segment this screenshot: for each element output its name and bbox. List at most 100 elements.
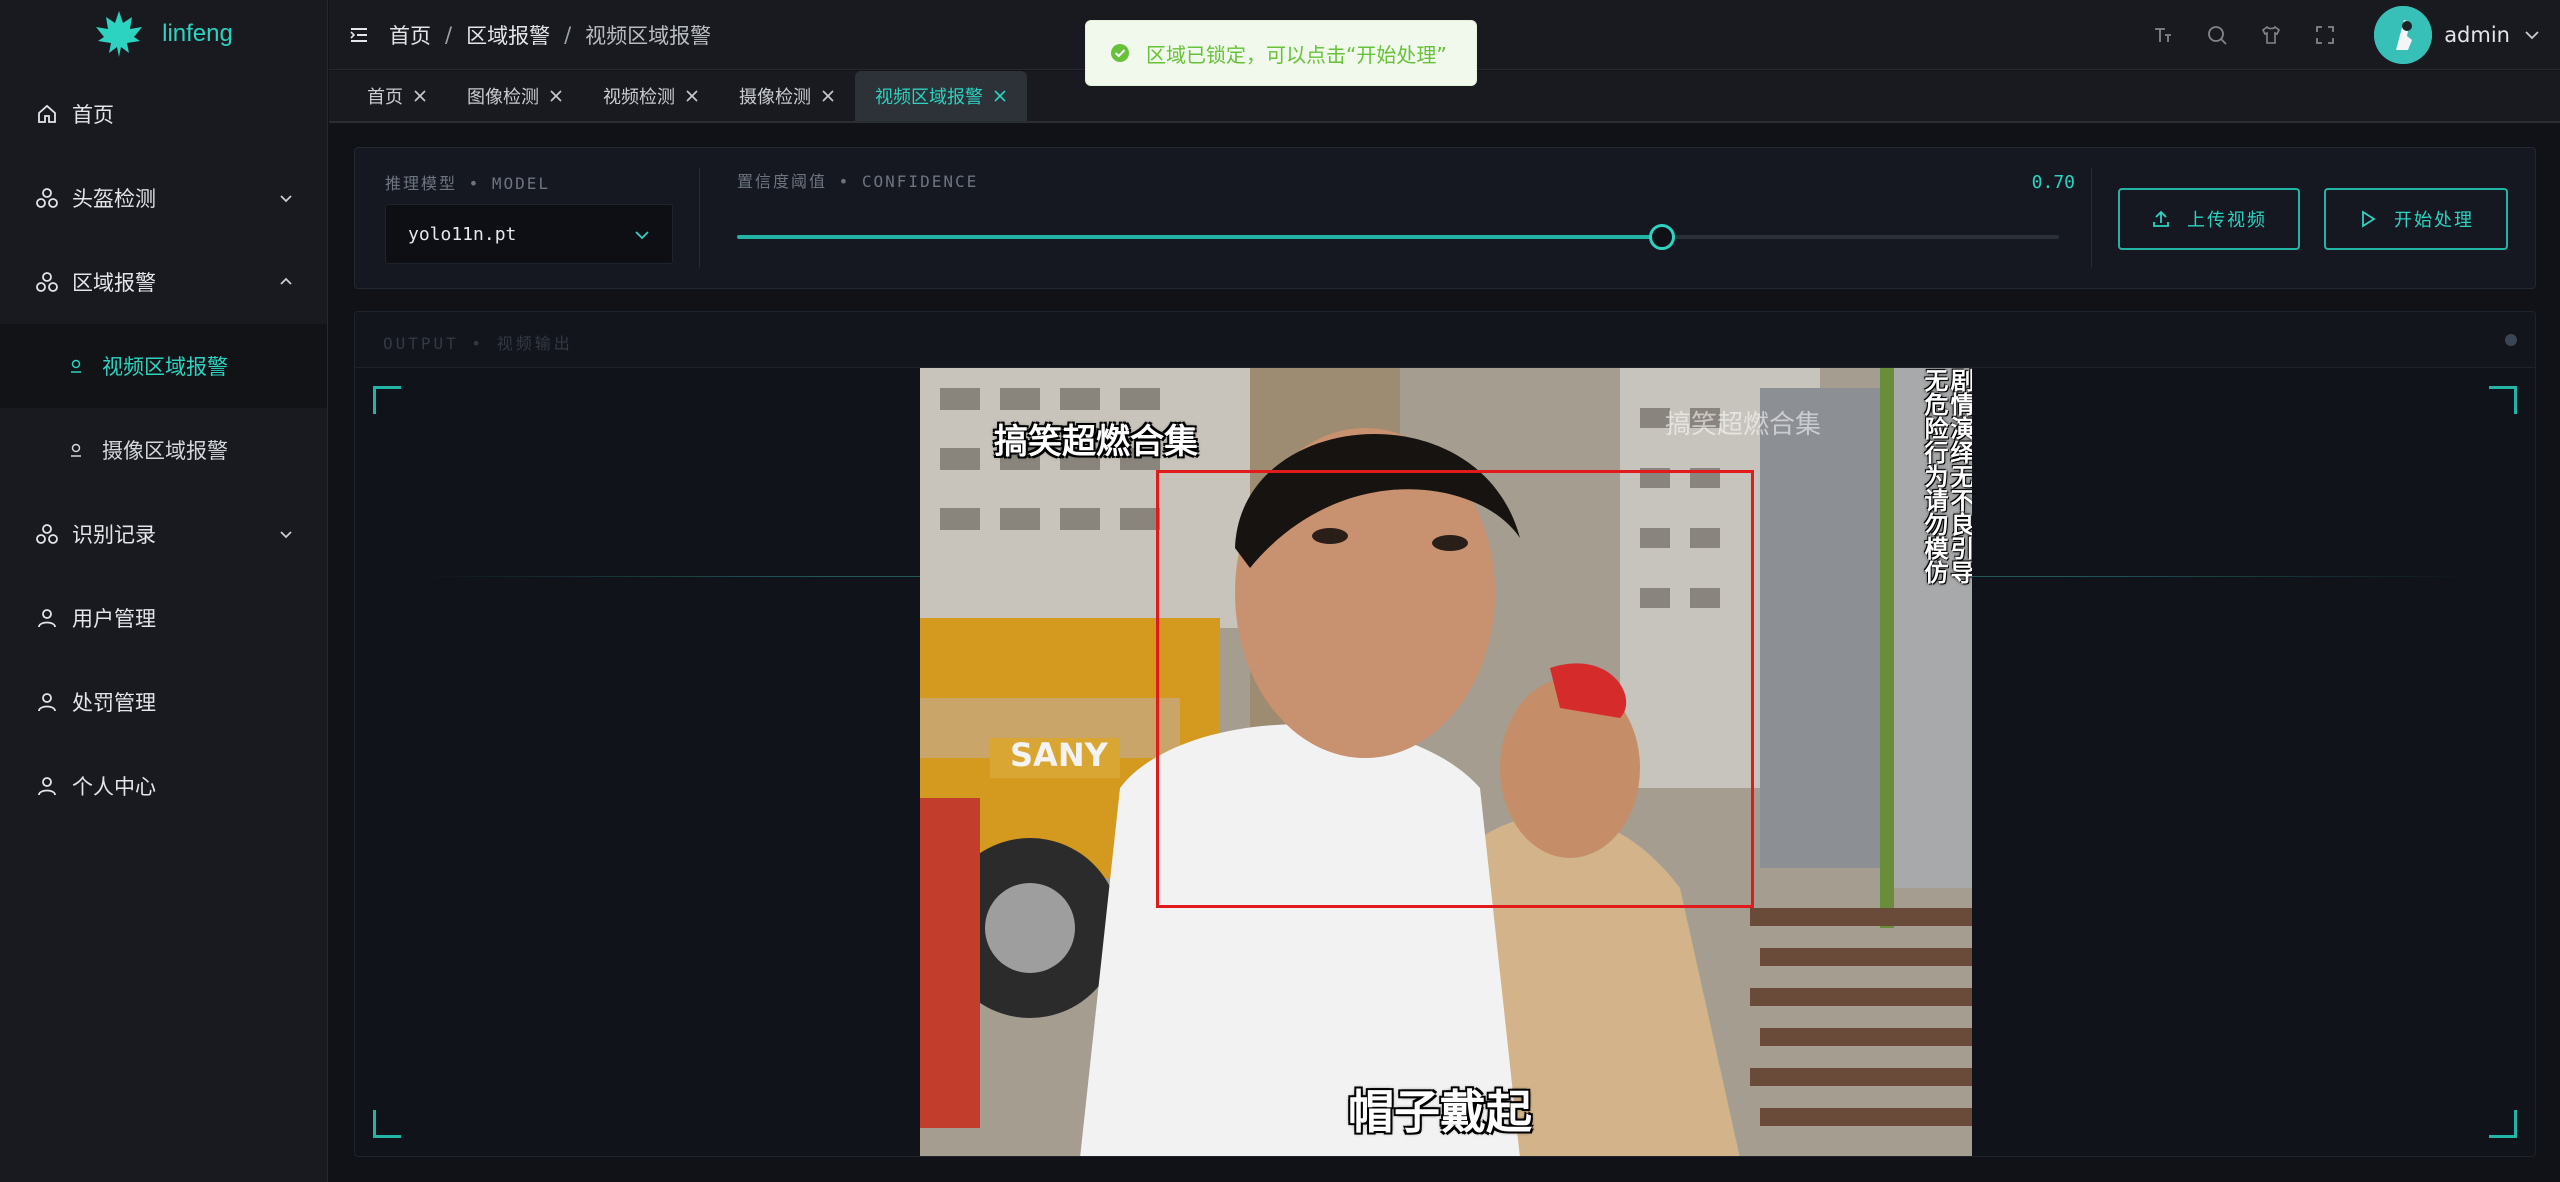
video-title-overlay: 搞笑超燃合集	[994, 422, 1198, 462]
frame-corner	[373, 1110, 401, 1138]
divider	[2091, 168, 2092, 268]
tab-camera-detection[interactable]: 摄像检测	[719, 71, 855, 121]
location-pin-icon	[68, 358, 84, 374]
sidebar-item-label: 用户管理	[72, 607, 156, 631]
start-processing-button[interactable]: 开始处理	[2324, 188, 2508, 250]
breadcrumb-separator: /	[564, 22, 572, 47]
success-toast: 区域已锁定，可以点击“开始处理”	[1085, 20, 1477, 86]
sidebar-item-profile[interactable]: 个人中心	[0, 744, 327, 828]
video-side-text: 无危险行为请勿模仿	[1920, 368, 1948, 584]
upload-icon	[2151, 209, 2171, 229]
close-icon[interactable]	[993, 89, 1007, 103]
play-icon	[2358, 209, 2378, 229]
chevron-down-icon	[277, 524, 295, 542]
alarm-region-box[interactable]	[1156, 470, 1754, 908]
breadcrumb-home[interactable]: 首页	[389, 20, 431, 50]
upload-video-button[interactable]: 上传视频	[2118, 188, 2300, 250]
sidebar-item-label: 处罚管理	[72, 691, 156, 715]
fullscreen-icon[interactable]	[2314, 24, 2336, 46]
confidence-slider[interactable]	[737, 224, 2059, 250]
model-select-value: yolo11n.pt	[408, 223, 517, 245]
sidebar-item-penalty-management[interactable]: 处罚管理	[0, 660, 327, 744]
crane-brand-text: SANY	[1010, 736, 1109, 774]
frame-corner	[2489, 386, 2517, 414]
close-icon[interactable]	[821, 89, 835, 103]
close-icon[interactable]	[413, 89, 427, 103]
breadcrumb: 首页 / 区域报警 / 视频区域报警	[389, 20, 711, 50]
menu-toggle-icon[interactable]	[349, 25, 369, 45]
main-content: 推理模型 • MODEL yolo11n.pt 置信度阈值 • CONFIDEN…	[329, 125, 2560, 1182]
confidence-slider-handle[interactable]	[1649, 224, 1676, 250]
chevron-down-icon[interactable]	[2524, 27, 2540, 43]
toast-message: 区域已锁定，可以点击“开始处理”	[1146, 42, 1447, 67]
logo[interactable]: linfeng	[0, 0, 327, 68]
tab-video-area-alarm[interactable]: 视频区域报警	[855, 71, 1027, 121]
model-label: 推理模型 • MODEL	[385, 174, 551, 193]
tab-label: 图像检测	[467, 87, 539, 108]
divider	[699, 168, 700, 268]
confidence-label: 置信度阈值 • CONFIDENCE	[737, 172, 979, 191]
sidebar-item-label: 首页	[72, 103, 114, 127]
user-icon	[36, 775, 58, 797]
sidebar-subitem-camera-area-alarm[interactable]: 摄像区域报警	[0, 408, 327, 492]
sidebar-item-area-alarm[interactable]: 区域报警	[0, 240, 327, 324]
upload-video-label: 上传视频	[2187, 210, 2267, 231]
header-actions: admin	[2152, 0, 2540, 70]
video-output[interactable]: SANY 搞笑超燃合集 搞笑超燃合集 无危险行为请勿模仿 剧情演绎无不良引导 帽…	[920, 368, 1972, 1156]
location-pin-icon	[68, 442, 84, 458]
user-icon	[36, 691, 58, 713]
theme-shirt-icon[interactable]	[2260, 24, 2282, 46]
app-name: linfeng	[162, 20, 233, 47]
avatar[interactable]	[2374, 6, 2433, 64]
sidebar-subitem-label: 视频区域报警	[102, 355, 228, 379]
cluster-icon	[36, 523, 58, 545]
confidence-slider-fill	[737, 235, 1663, 239]
sidebar-item-label: 识别记录	[72, 523, 156, 547]
sidebar-item-label: 头盔检测	[72, 187, 156, 211]
username[interactable]: admin	[2444, 23, 2510, 47]
start-processing-label: 开始处理	[2394, 210, 2474, 231]
search-icon[interactable]	[2206, 24, 2228, 46]
breadcrumb-current: 视频区域报警	[585, 23, 712, 48]
status-indicator	[2505, 334, 2517, 346]
output-panel: OUTPUT • 视频输出 SANY 搞笑超燃合集 搞笑超燃合集 无危险行为请勿…	[354, 311, 2536, 1157]
tab-label: 视频区域报警	[875, 87, 983, 108]
tab-label: 视频检测	[603, 87, 675, 108]
breadcrumb-area-alarm[interactable]: 区域报警	[466, 20, 550, 50]
check-circle-icon	[1110, 43, 1130, 63]
video-caption: 帽子戴起	[1348, 1085, 1532, 1139]
cluster-icon	[36, 187, 58, 209]
video-watermark: 搞笑超燃合集	[1665, 410, 1822, 440]
sidebar-subitem-video-area-alarm[interactable]: 视频区域报警	[0, 324, 327, 408]
sidebar-item-helmet-detection[interactable]: 头盔检测	[0, 156, 327, 240]
output-title: OUTPUT • 视频输出	[383, 334, 573, 353]
home-icon	[36, 103, 58, 125]
tab-label: 摄像检测	[739, 87, 811, 108]
user-icon	[36, 607, 58, 629]
frame-corner	[373, 386, 401, 414]
tab-home[interactable]: 首页	[347, 71, 447, 121]
sidebar-subitem-label: 摄像区域报警	[102, 439, 228, 463]
model-select[interactable]: yolo11n.pt	[385, 204, 673, 264]
font-size-icon[interactable]	[2152, 24, 2174, 46]
sidebar-item-label: 区域报警	[72, 271, 156, 295]
chevron-down-icon	[277, 188, 295, 206]
output-header: OUTPUT • 视频输出	[355, 312, 2535, 368]
chevron-up-icon	[277, 272, 295, 290]
sidebar-item-home[interactable]: 首页	[0, 72, 327, 156]
close-icon[interactable]	[685, 89, 699, 103]
cluster-icon	[36, 271, 58, 293]
tab-image-detection[interactable]: 图像检测	[447, 71, 583, 121]
confidence-value: 0.70	[2031, 172, 2075, 193]
sidebar-item-user-management[interactable]: 用户管理	[0, 576, 327, 660]
sidebar: linfeng 首页 头盔检测 区域报警 视频区域报警 摄像区域报警 识别记录 …	[0, 0, 328, 1182]
tab-video-detection[interactable]: 视频检测	[583, 71, 719, 121]
sidebar-item-label: 个人中心	[72, 775, 156, 799]
video-side-text: 剧情演绎无不良引导	[1946, 368, 1972, 584]
sidebar-item-records[interactable]: 识别记录	[0, 492, 327, 576]
control-panel: 推理模型 • MODEL yolo11n.pt 置信度阈值 • CONFIDEN…	[354, 147, 2536, 289]
close-icon[interactable]	[549, 89, 563, 103]
breadcrumb-separator: /	[445, 22, 453, 47]
chevron-down-icon	[634, 227, 650, 243]
frame-corner	[2489, 1110, 2517, 1138]
